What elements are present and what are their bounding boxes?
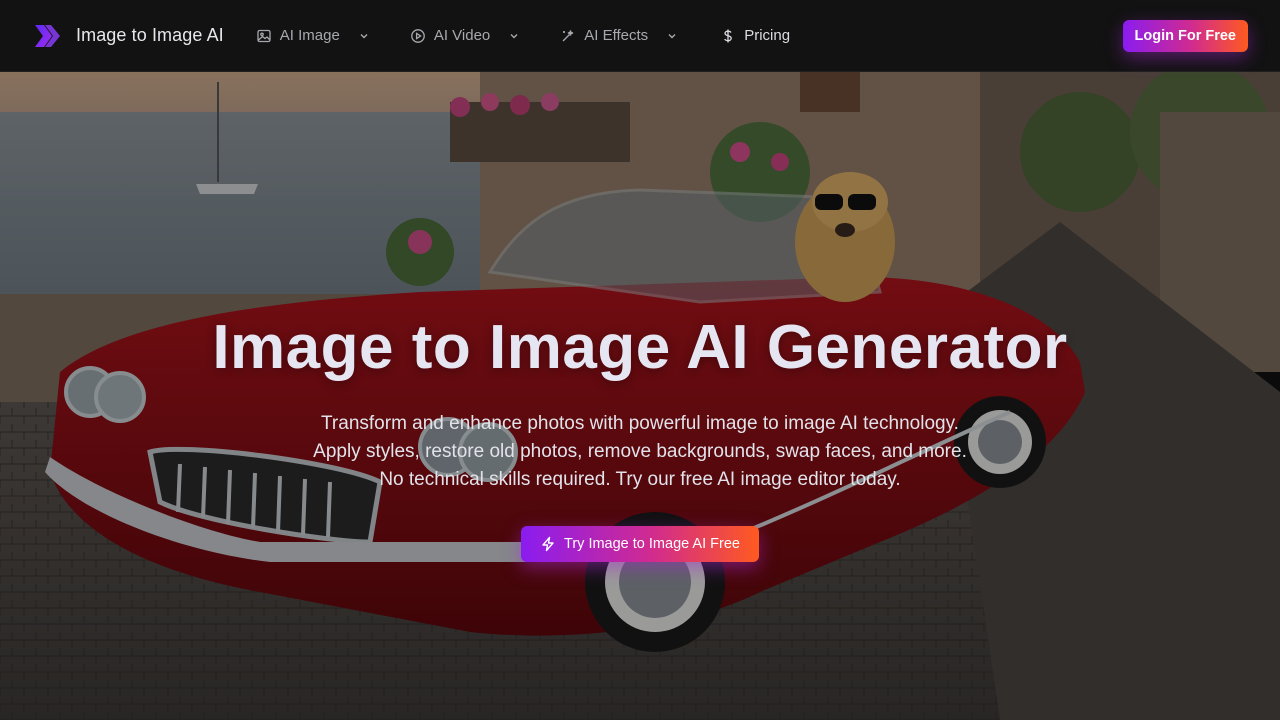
nav-item-ai-video[interactable]: AI Video: [410, 27, 520, 44]
magic-wand-icon: [562, 29, 574, 41]
nav-item-label: AI Video: [433, 27, 491, 44]
main-nav: AI Image AI Video AI Effects Pricing: [256, 27, 790, 44]
nav-item-label: Pricing: [744, 27, 791, 44]
try-free-cta-button[interactable]: Try Image to Image AI Free: [521, 526, 759, 562]
nav-item-ai-effects[interactable]: AI Effects: [560, 27, 678, 44]
nav-item-pricing[interactable]: Pricing: [720, 27, 790, 44]
nav-item-label: AI Image: [279, 27, 340, 44]
cta-label: Try Image to Image AI Free: [564, 536, 740, 552]
hero-subtitle-line: No technical skills required. Try our fr…: [379, 469, 901, 490]
login-button[interactable]: Login For Free: [1122, 20, 1248, 52]
hero-section: Image to Image AI Generator Transform an…: [0, 72, 1280, 720]
brand-name: Image to Image AI: [76, 25, 224, 45]
hero-subtitle-line: Apply styles, restore old photos, remove…: [313, 441, 967, 462]
chevron-down-icon: [510, 33, 518, 38]
chevron-down-icon: [360, 33, 368, 38]
hero-subtitle-line: Transform and enhance photos with powerf…: [321, 413, 959, 434]
dollar-icon: [724, 29, 733, 42]
chevron-down-icon: [668, 33, 676, 38]
hero-title: Image to Image AI Generator: [212, 313, 1068, 382]
play-circle-icon: [410, 28, 425, 43]
brand[interactable]: Image to Image AI: [32, 21, 224, 51]
top-nav-bar: Image to Image AI AI Image AI Video AI E…: [0, 0, 1280, 72]
image-icon: [257, 29, 271, 42]
hero-dark-overlay: [0, 72, 1280, 720]
nav-item-ai-image[interactable]: AI Image: [256, 27, 370, 44]
nav-item-label: AI Effects: [584, 27, 649, 44]
hero-subtitle: Transform and enhance photos with powerf…: [0, 410, 1280, 494]
lightning-icon: [542, 536, 554, 552]
chevron-logo-icon: [35, 24, 60, 47]
